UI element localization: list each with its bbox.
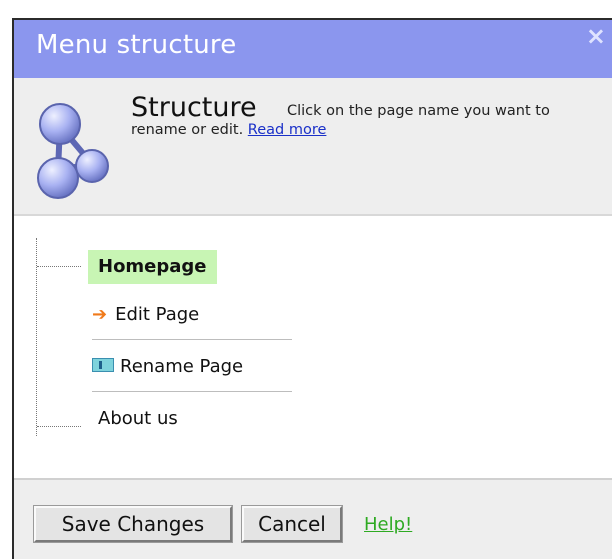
edit-page-label: Edit Page: [115, 304, 200, 325]
structure-molecule-icon: [37, 103, 109, 199]
close-icon[interactable]: ×: [586, 22, 606, 50]
dialog-title: Menu structure: [36, 30, 237, 60]
structure-header: Structure Click on the page name you wan…: [14, 78, 612, 216]
tree-node-about-us[interactable]: About us: [98, 408, 178, 429]
menu-structure-dialog: Menu structure × Structure Click on the …: [12, 18, 612, 559]
save-changes-button[interactable]: Save Changes: [33, 505, 233, 543]
read-more-link[interactable]: Read more: [248, 122, 327, 138]
structure-description-block: Click on the page name you want to renam…: [131, 102, 601, 140]
tree-node-homepage[interactable]: Homepage: [88, 250, 217, 284]
structure-description: Click on the page name you want to renam…: [131, 103, 550, 138]
arrow-right-icon: ➔: [92, 304, 108, 325]
tree-branch-about: [37, 426, 81, 427]
tree-connector-line: [36, 238, 37, 436]
dialog-footer: Save Changes Cancel Help!: [14, 478, 612, 559]
tree-branch-homepage: [37, 266, 81, 267]
edit-page-action[interactable]: ➔ Edit Page: [92, 290, 292, 340]
rename-page-label: Rename Page: [120, 356, 244, 377]
page-tree: Homepage ➔ Edit Page Rename Page About us: [14, 216, 612, 478]
rename-page-action[interactable]: Rename Page: [92, 342, 292, 392]
cancel-button[interactable]: Cancel: [241, 505, 343, 543]
help-link[interactable]: Help!: [364, 514, 412, 535]
dialog-titlebar: Menu structure ×: [14, 20, 612, 78]
text-cursor-icon: [92, 358, 114, 372]
